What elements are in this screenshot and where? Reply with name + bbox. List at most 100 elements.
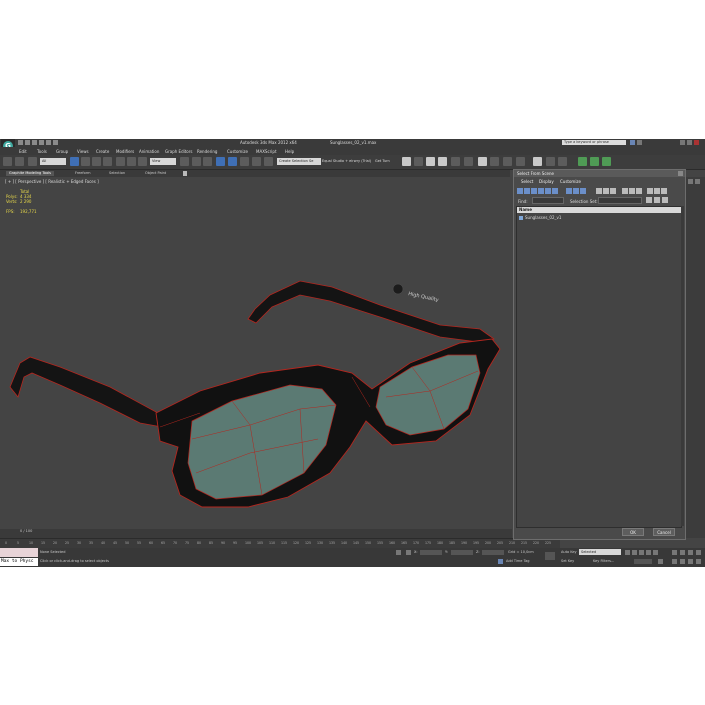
menu-maxscript[interactable]: MAXScript — [256, 149, 277, 154]
dialog-menu-display[interactable]: Display — [539, 179, 554, 184]
render-production-icon[interactable] — [516, 157, 525, 166]
select-all-icon[interactable] — [622, 188, 628, 194]
zoom-extents-icon[interactable] — [688, 550, 693, 555]
key-mode-dropdown[interactable]: Selected — [579, 549, 621, 555]
save-file-icon[interactable] — [32, 140, 37, 145]
minimize-button[interactable] — [680, 140, 685, 145]
spinner-snap-icon[interactable] — [252, 157, 261, 166]
panel-icon-2[interactable] — [695, 179, 700, 184]
auto-key-button[interactable]: Auto Key — [561, 550, 577, 554]
curve-editor-icon[interactable] — [451, 157, 460, 166]
go-to-start-icon[interactable] — [625, 550, 630, 555]
dialog-title-bar[interactable]: Select From Scene — [514, 170, 685, 177]
lock-icon[interactable] — [396, 550, 401, 555]
align-icon[interactable] — [414, 157, 423, 166]
filter-geometry-icon[interactable] — [517, 188, 523, 194]
menu-create[interactable]: Create — [96, 149, 109, 154]
tab-graphite-modeling-tools[interactable]: Graphite Modeling Tools — [6, 171, 55, 176]
zoom-icon[interactable] — [672, 550, 677, 555]
render-setup-icon[interactable] — [490, 157, 499, 166]
menu-group[interactable]: Group — [56, 149, 68, 154]
menu-views[interactable]: Views — [77, 149, 89, 154]
search-input[interactable]: Type a keyword or phrase — [562, 140, 626, 145]
filter-bones-icon[interactable] — [580, 188, 586, 194]
filter-groups-icon[interactable] — [566, 188, 572, 194]
ribbon-toggle-icon[interactable] — [183, 171, 187, 176]
close-button[interactable] — [694, 140, 699, 145]
percent-snap-icon[interactable] — [240, 157, 249, 166]
ok-button[interactable]: OK — [622, 528, 644, 536]
mirror-icon[interactable] — [402, 157, 411, 166]
rectangle-selection-icon[interactable] — [92, 157, 101, 166]
plugin-icon-3[interactable] — [602, 157, 611, 166]
maximize-button[interactable] — [687, 140, 692, 145]
angle-snap-icon[interactable] — [228, 157, 237, 166]
fov-icon[interactable] — [672, 559, 677, 564]
new-file-icon[interactable] — [18, 140, 23, 145]
open-file-icon[interactable] — [25, 140, 30, 145]
pan-icon[interactable] — [680, 559, 685, 564]
add-time-tag[interactable]: Add Time Tag — [506, 559, 530, 563]
zoom-extents-all-icon[interactable] — [696, 550, 701, 555]
select-object-icon[interactable] — [70, 157, 79, 166]
current-frame-field[interactable] — [634, 559, 652, 564]
maximize-viewport-icon[interactable] — [696, 559, 701, 564]
rotate-icon[interactable] — [127, 157, 136, 166]
undo-icon[interactable] — [39, 140, 44, 145]
command-icon-3[interactable] — [558, 157, 567, 166]
filter-lights-icon[interactable] — [531, 188, 537, 194]
pivot-icon[interactable] — [180, 157, 189, 166]
help-icon[interactable] — [637, 140, 642, 145]
display-all-icon[interactable] — [596, 188, 602, 194]
equal-studio-label[interactable]: Equal Studio + elrwry (Trial) — [322, 159, 371, 163]
go-to-end-icon[interactable] — [653, 550, 658, 555]
schematic-view-icon[interactable] — [464, 157, 473, 166]
select-dependents-icon[interactable] — [654, 188, 660, 194]
command-icon-1[interactable] — [533, 157, 542, 166]
keyboard-shortcut-icon[interactable] — [203, 157, 212, 166]
rendered-frame-icon[interactable] — [503, 157, 512, 166]
menu-tools[interactable]: Tools — [37, 149, 47, 154]
filter-xrefs-icon[interactable] — [573, 188, 579, 194]
y-coordinate-field[interactable] — [451, 550, 473, 555]
menu-animation[interactable]: Animation — [139, 149, 159, 154]
absolute-mode-icon[interactable] — [406, 550, 411, 555]
save-selection-set-icon[interactable] — [646, 197, 652, 203]
manipulate-icon[interactable] — [192, 157, 201, 166]
select-by-name-icon[interactable] — [81, 157, 90, 166]
delete-selection-set-icon[interactable] — [662, 197, 668, 203]
x-coordinate-field[interactable] — [420, 550, 442, 555]
selection-filter-dropdown[interactable]: All — [40, 158, 66, 165]
time-config-icon[interactable] — [658, 559, 663, 564]
select-invert-icon[interactable] — [636, 188, 642, 194]
orbit-icon[interactable] — [688, 559, 693, 564]
list-item[interactable]: Sunglasses_02_v1 — [519, 215, 561, 220]
unlink-icon[interactable] — [28, 157, 37, 166]
time-slider[interactable]: 0 / 100 — [0, 529, 512, 538]
key-filters-button[interactable]: Key Filters... — [593, 559, 614, 563]
previous-frame-icon[interactable] — [632, 550, 637, 555]
sync-selection-icon[interactable] — [647, 188, 653, 194]
tab-freeform[interactable]: Freeform — [72, 171, 94, 176]
graphite-toggle-icon[interactable] — [438, 157, 447, 166]
display-invert-icon[interactable] — [610, 188, 616, 194]
scene-object-list[interactable]: Name Sunglasses_02_v1 — [516, 206, 682, 528]
plugin-icon-1[interactable] — [578, 157, 587, 166]
link-icon[interactable] — [15, 157, 24, 166]
tab-selection[interactable]: Selection — [106, 171, 128, 176]
selection-set-dropdown[interactable] — [598, 197, 642, 204]
time-tag-icon[interactable] — [498, 559, 503, 564]
ref-coord-dropdown[interactable]: View — [150, 158, 176, 165]
command-icon-2[interactable] — [546, 157, 555, 166]
perspective-viewport[interactable]: [ + ] [ Perspective ] [ Realistic + Edge… — [0, 177, 512, 567]
filter-helpers-icon[interactable] — [545, 188, 551, 194]
glasses-model[interactable]: High Quality — [0, 177, 512, 567]
get-turn-label[interactable]: Get Turn — [375, 159, 390, 163]
zoom-all-icon[interactable] — [680, 550, 685, 555]
menu-edit[interactable]: Edit — [19, 149, 27, 154]
material-editor-icon[interactable] — [478, 157, 487, 166]
infocenter-icon[interactable] — [630, 140, 635, 145]
find-input[interactable] — [532, 197, 564, 204]
next-frame-icon[interactable] — [646, 550, 651, 555]
select-children-icon[interactable] — [661, 188, 667, 194]
